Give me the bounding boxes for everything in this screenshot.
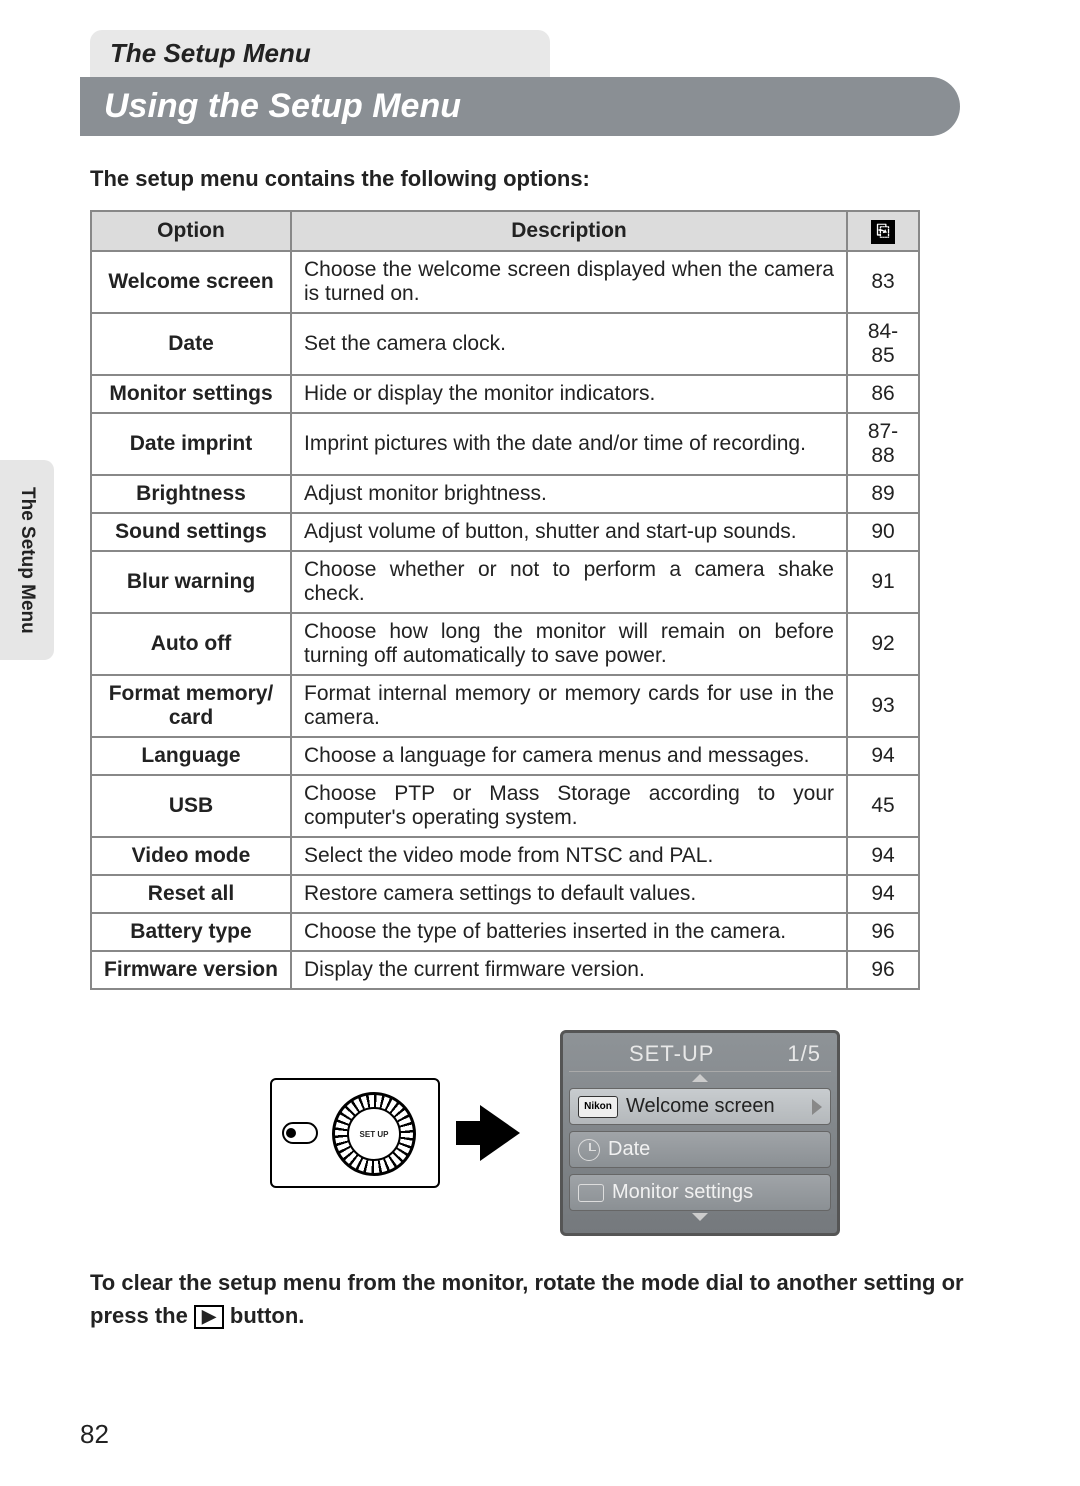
description-cell: Format internal memory or memory cards f… [291,675,847,737]
option-cell: Welcome screen [91,251,291,313]
option-cell: Auto off [91,613,291,675]
monitor-icon [578,1184,604,1202]
table-row: DateSet the camera clock.84-85 [91,313,919,375]
mode-dial-illustration: SET UP [270,1078,440,1188]
options-table: Option Description ⎘ Welcome screenChoos… [90,210,920,990]
table-row: Firmware versionDisplay the current firm… [91,951,919,989]
col-option: Option [91,211,291,251]
col-page: ⎘ [847,211,919,251]
page-cell: 96 [847,951,919,989]
table-row: Welcome screenChoose the welcome screen … [91,251,919,313]
page-cell: 94 [847,837,919,875]
page-cell: 45 [847,775,919,837]
page-cell: 92 [847,613,919,675]
lcd-menu-item: Date [569,1131,831,1168]
option-cell: Sound settings [91,513,291,551]
intro-text: The setup menu contains the following op… [90,166,1030,192]
chapter-tab: The Setup Menu [90,30,550,77]
table-row: Auto offChoose how long the monitor will… [91,613,919,675]
description-cell: Select the video mode from NTSC and PAL. [291,837,847,875]
lcd-menu-item: Monitor settings [569,1174,831,1211]
description-cell: Choose a language for camera menus and m… [291,737,847,775]
description-cell: Choose how long the monitor will remain … [291,613,847,675]
nikon-logo-icon: Nikon [578,1096,618,1118]
description-cell: Restore camera settings to default value… [291,875,847,913]
lcd-title: SET-UP [629,1041,714,1067]
lcd-page: 1/5 [787,1041,821,1067]
play-button-icon: ▶ [194,1305,224,1329]
option-cell: Date imprint [91,413,291,475]
option-cell: Reset all [91,875,291,913]
description-cell: Display the current firmware version. [291,951,847,989]
page-cell: 91 [847,551,919,613]
description-cell: Set the camera clock. [291,313,847,375]
description-cell: Adjust volume of button, shutter and sta… [291,513,847,551]
page-cell: 90 [847,513,919,551]
table-row: Blur warningChoose whether or not to per… [91,551,919,613]
page-cell: 83 [847,251,919,313]
option-cell: Video mode [91,837,291,875]
page-cell: 87-88 [847,413,919,475]
description-cell: Choose the welcome screen displayed when… [291,251,847,313]
lcd-item-label: Welcome screen [626,1095,775,1118]
illustration-row: SET UP SET-UP 1/5 Nikon Welcome screen Dat… [80,1030,1030,1236]
side-tab: The Setup Menu [0,460,54,660]
table-row: LanguageChoose a language for camera men… [91,737,919,775]
chevron-right-icon [812,1099,822,1115]
option-cell: Monitor settings [91,375,291,413]
option-cell: Firmware version [91,951,291,989]
description-cell: Adjust monitor brightness. [291,475,847,513]
table-row: BrightnessAdjust monitor brightness.89 [91,475,919,513]
page-ref-icon: ⎘ [871,220,895,244]
footer-instruction: To clear the setup menu from the monitor… [90,1266,1020,1332]
option-cell: Format memory/ card [91,675,291,737]
page-cell: 94 [847,875,919,913]
description-cell: Choose the type of batteries inserted in… [291,913,847,951]
arrow-right-icon [480,1105,520,1161]
page-cell: 96 [847,913,919,951]
table-row: Reset allRestore camera settings to defa… [91,875,919,913]
description-cell: Choose whether or not to perform a camer… [291,551,847,613]
option-cell: Blur warning [91,551,291,613]
option-cell: Language [91,737,291,775]
lcd-item-label: Monitor settings [612,1181,753,1204]
chevron-up-icon [692,1074,708,1082]
table-row: Format memory/ cardFormat internal memor… [91,675,919,737]
table-row: Video modeSelect the video mode from NTS… [91,837,919,875]
table-row: Date imprintImprint pictures with the da… [91,413,919,475]
description-cell: Hide or display the monitor indicators. [291,375,847,413]
chevron-down-icon [692,1213,708,1221]
page-number: 82 [80,1419,109,1450]
table-row: Monitor settingsHide or display the moni… [91,375,919,413]
table-row: Sound settingsAdjust volume of button, s… [91,513,919,551]
clock-icon [578,1139,600,1161]
col-description: Description [291,211,847,251]
lcd-menu-item: Nikon Welcome screen [569,1088,831,1125]
option-cell: Battery type [91,913,291,951]
page-cell: 94 [847,737,919,775]
description-cell: Choose PTP or Mass Storage according to … [291,775,847,837]
option-cell: Date [91,313,291,375]
description-cell: Imprint pictures with the date and/or ti… [291,413,847,475]
page-cell: 84-85 [847,313,919,375]
section-title: Using the Setup Menu [80,77,960,136]
dial-setup-label: SET UP [347,1107,401,1161]
lcd-item-label: Date [608,1138,650,1161]
option-cell: USB [91,775,291,837]
page-cell: 93 [847,675,919,737]
page-cell: 89 [847,475,919,513]
option-cell: Brightness [91,475,291,513]
table-row: USBChoose PTP or Mass Storage according … [91,775,919,837]
table-row: Battery typeChoose the type of batteries… [91,913,919,951]
lcd-preview: SET-UP 1/5 Nikon Welcome screen Date Monito… [560,1030,840,1236]
page-cell: 86 [847,375,919,413]
